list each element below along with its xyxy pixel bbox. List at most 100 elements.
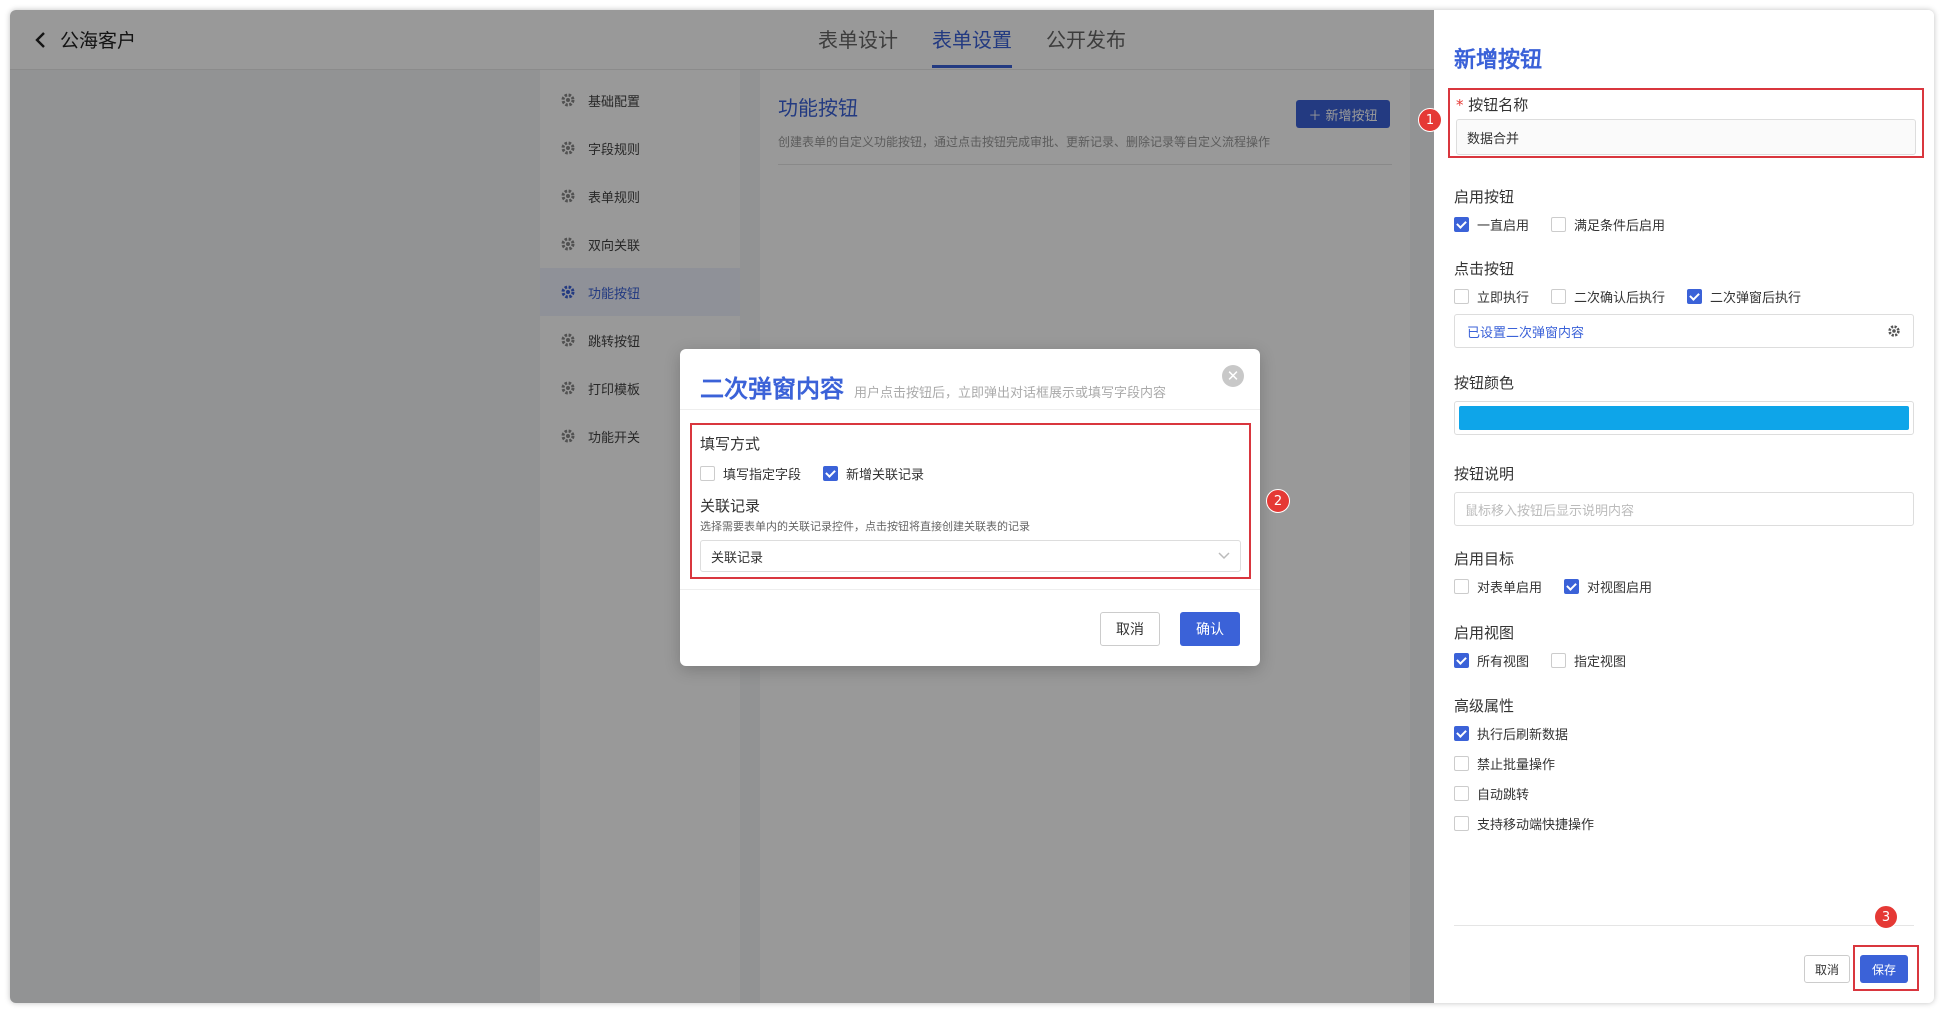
checkbox[interactable] (1454, 579, 1469, 594)
close-icon[interactable]: ✕ (1222, 365, 1244, 387)
modal-cancel-button[interactable]: 取消 (1100, 612, 1160, 646)
fill-mode-label: 填写方式 (700, 435, 761, 453)
description-section: 按钮说明 鼠标移入按钮后显示说明内容 (1454, 463, 1914, 526)
checkbox[interactable] (1454, 653, 1469, 668)
click-popup[interactable]: 二次弹窗后执行 (1687, 287, 1801, 306)
enable-always[interactable]: 一直启用 (1454, 215, 1529, 234)
new-button-drawer: 新增按钮 * 按钮名称 数据合并 启用按钮 一直启用 满足条件后启用 点击按钮 … (1434, 10, 1934, 1003)
step-badge-1: 1 (1418, 108, 1442, 132)
checkbox-label: 二次确认后执行 (1574, 291, 1666, 306)
fill-option-field[interactable]: 填写指定字段 (700, 464, 801, 483)
checkbox[interactable] (1564, 579, 1580, 594)
checkbox[interactable] (1551, 217, 1567, 232)
app-window: 公海客户 表单设计 表单设置 公开发布 基础配置 字段规则 表单规则 双向关联 … (10, 10, 1934, 1003)
checkbox-label: 新增关联记录 (846, 468, 925, 483)
popup-setting-text: 已设置二次弹窗内容 (1467, 325, 1585, 341)
checkbox[interactable] (1551, 653, 1567, 668)
view-specific[interactable]: 指定视图 (1551, 651, 1626, 670)
view-all[interactable]: 所有视图 (1454, 651, 1529, 670)
relation-select[interactable]: 关联记录 (700, 540, 1241, 572)
chevron-down-icon (1218, 552, 1230, 560)
drawer-footer-divider (1454, 925, 1914, 926)
popup-setting-row[interactable]: 已设置二次弹窗内容 (1454, 314, 1914, 348)
view-section: 启用视图 所有视图 指定视图 (1454, 622, 1914, 670)
checkbox-label: 所有视图 (1477, 655, 1530, 670)
description-label: 按钮说明 (1454, 465, 1515, 483)
checkbox-label: 对表单启用 (1477, 581, 1543, 596)
checkbox[interactable] (1687, 289, 1703, 304)
checkbox[interactable] (700, 466, 715, 481)
target-section: 启用目标 对表单启用 对视图启用 (1454, 548, 1914, 596)
color-picker[interactable] (1454, 401, 1914, 435)
checkbox[interactable] (1454, 289, 1469, 304)
click-confirm[interactable]: 二次确认后执行 (1551, 287, 1665, 306)
click-section: 点击按钮 立即执行 二次确认后执行 二次弹窗后执行 已设置二次弹窗内容 (1454, 258, 1914, 348)
button-name-label: 按钮名称 (1468, 96, 1529, 114)
relation-label: 关联记录 (700, 497, 761, 515)
checkbox-label: 满足条件后启用 (1574, 219, 1666, 234)
click-immediate[interactable]: 立即执行 (1454, 287, 1529, 306)
click-options: 立即执行 二次确认后执行 二次弹窗后执行 (1454, 287, 1914, 306)
color-section: 按钮颜色 (1454, 372, 1914, 435)
advanced-options: 执行后刷新数据 禁止批量操作 自动跳转 支持移动端快捷操作 (1454, 724, 1914, 833)
color-swatch (1459, 406, 1909, 430)
checkbox-label: 支持移动端快捷操作 (1477, 818, 1595, 833)
modal-header: 二次弹窗内容 用户点击按钮后，立即弹出对话框展示或填写字段内容 (680, 349, 1260, 410)
checkbox[interactable] (1454, 217, 1469, 232)
enable-section: 启用按钮 一直启用 满足条件后启用 (1454, 186, 1914, 234)
checkbox-label: 立即执行 (1477, 291, 1530, 306)
button-name-label-row: * 按钮名称 (1456, 94, 1916, 115)
drawer-cancel-button[interactable]: 取消 (1804, 955, 1850, 983)
view-label: 启用视图 (1454, 624, 1515, 642)
checkbox[interactable] (823, 466, 839, 481)
relation-select-value: 关联记录 (711, 550, 764, 566)
checkbox-label: 一直启用 (1477, 219, 1530, 234)
modal-confirm-button[interactable]: 确认 (1180, 612, 1240, 646)
color-label: 按钮颜色 (1454, 374, 1515, 392)
checkbox-label: 指定视图 (1574, 655, 1627, 670)
enable-options: 一直启用 满足条件后启用 (1454, 215, 1914, 234)
fill-mode-section: 填写方式 填写指定字段 新增关联记录 关联记录 选择需要表单内的关联记录控件，点… (690, 423, 1251, 579)
checkbox-label: 自动跳转 (1477, 788, 1530, 803)
advanced-refresh[interactable]: 执行后刷新数据 (1454, 724, 1914, 743)
gear-icon[interactable] (1887, 324, 1901, 338)
enable-conditional[interactable]: 满足条件后启用 (1551, 215, 1665, 234)
description-input[interactable]: 鼠标移入按钮后显示说明内容 (1454, 492, 1914, 526)
target-label: 启用目标 (1454, 550, 1515, 568)
advanced-section: 高级属性 执行后刷新数据 禁止批量操作 自动跳转 支持移动端快捷操作 (1454, 695, 1914, 833)
target-options: 对表单启用 对视图启用 (1454, 577, 1914, 596)
button-name-input[interactable]: 数据合并 (1456, 119, 1916, 155)
button-name-field: * 按钮名称 数据合并 (1448, 88, 1924, 158)
view-options: 所有视图 指定视图 (1454, 651, 1914, 670)
step-badge-2: 2 (1266, 489, 1290, 513)
step-badge-3: 3 (1874, 905, 1898, 929)
modal-footer: 取消 确认 (680, 589, 1260, 666)
checkbox[interactable] (1454, 786, 1469, 801)
drawer-title: 新增按钮 (1454, 48, 1543, 73)
modal-subtitle: 用户点击按钮后，立即弹出对话框展示或填写字段内容 (854, 386, 1167, 401)
checkbox-label: 禁止批量操作 (1477, 758, 1556, 773)
enable-label: 启用按钮 (1454, 188, 1515, 206)
click-label: 点击按钮 (1454, 260, 1515, 278)
fill-mode-options: 填写指定字段 新增关联记录 (700, 464, 1241, 483)
checkbox-label: 填写指定字段 (723, 468, 802, 483)
fill-option-new-relation[interactable]: 新增关联记录 (823, 464, 924, 483)
advanced-no-batch[interactable]: 禁止批量操作 (1454, 754, 1914, 773)
checkbox[interactable] (1454, 726, 1469, 741)
target-view[interactable]: 对视图启用 (1564, 577, 1652, 596)
checkbox[interactable] (1551, 289, 1567, 304)
advanced-auto-jump[interactable]: 自动跳转 (1454, 784, 1914, 803)
target-form[interactable]: 对表单启用 (1454, 577, 1542, 596)
advanced-label: 高级属性 (1454, 697, 1515, 715)
relation-hint: 选择需要表单内的关联记录控件，点击按钮将直接创建关联表的记录 (700, 520, 1030, 533)
save-highlight-box (1853, 945, 1919, 991)
checkbox[interactable] (1454, 756, 1469, 771)
checkbox-label: 二次弹窗后执行 (1710, 291, 1802, 306)
modal-title: 二次弹窗内容 (700, 375, 844, 403)
popup-content-modal: 二次弹窗内容 用户点击按钮后，立即弹出对话框展示或填写字段内容 ✕ 填写方式 填… (680, 349, 1260, 666)
advanced-mobile-shortcut[interactable]: 支持移动端快捷操作 (1454, 814, 1914, 833)
checkbox[interactable] (1454, 816, 1469, 831)
required-mark: * (1456, 96, 1464, 114)
checkbox-label: 对视图启用 (1587, 581, 1653, 596)
checkbox-label: 执行后刷新数据 (1477, 728, 1569, 743)
